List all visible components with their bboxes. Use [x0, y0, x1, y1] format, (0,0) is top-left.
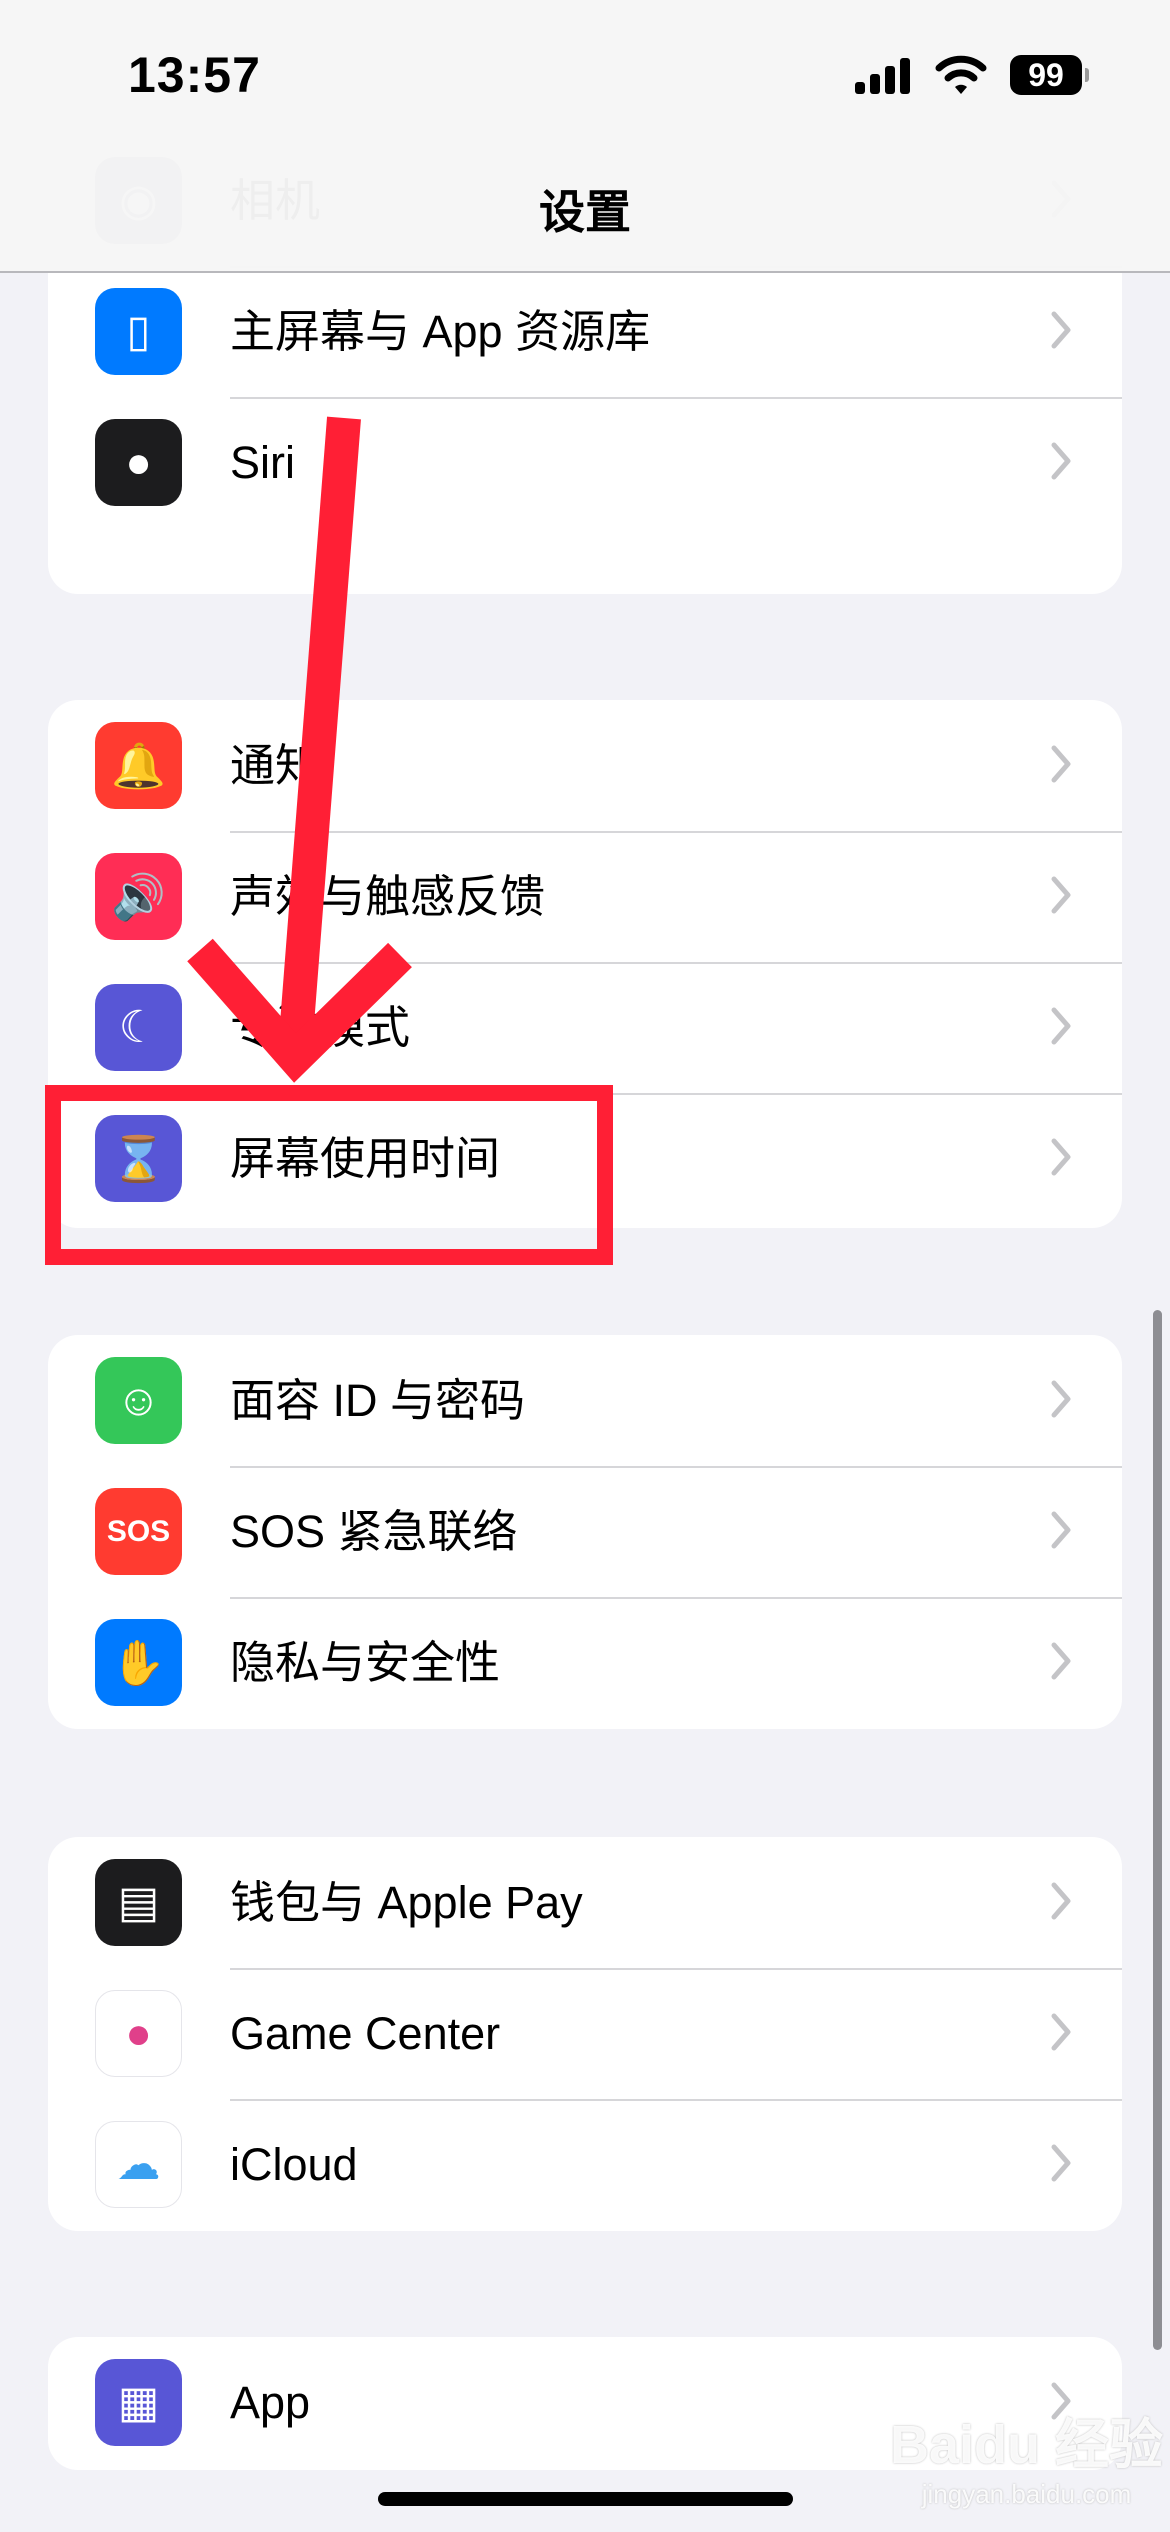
wallet-icon: ▤	[95, 1859, 182, 1946]
page-title: 设置	[539, 186, 631, 238]
chevron-right-icon	[1051, 1511, 1071, 1549]
nav-header: 13:57 99 设置	[0, 0, 1170, 273]
siri-icon: ●	[95, 419, 182, 506]
settings-row[interactable]: ▯ 主屏幕与 App 资源库	[48, 266, 1122, 397]
row-label: Game Center	[230, 2008, 501, 2059]
settings-group: ▤ 钱包与 Apple Pay ● Game Center ☁ iCloud	[48, 1837, 1122, 2231]
settings-row[interactable]: ⌛ 屏幕使用时间	[48, 1093, 1122, 1224]
hand-icon: ✋	[95, 1619, 182, 1706]
settings-row[interactable]: 🔔 通知	[48, 700, 1122, 831]
settings-row[interactable]: SOS SOS 紧急联络	[48, 1466, 1122, 1597]
row-label: 屏幕使用时间	[230, 1133, 501, 1184]
battery-tip	[1085, 68, 1089, 82]
row-label: 隐私与安全性	[230, 1637, 501, 1688]
status-time: 13:57	[128, 47, 261, 103]
home-indicator[interactable]	[378, 2492, 793, 2506]
row-label: Siri	[230, 437, 295, 488]
scrollbar[interactable]	[1153, 1310, 1162, 2350]
chevron-right-icon	[1051, 311, 1071, 349]
settings-row[interactable]: ▤ 钱包与 Apple Pay	[48, 1837, 1122, 1968]
chevron-right-icon	[1051, 2013, 1071, 2051]
row-separator	[230, 2099, 1122, 2101]
row-label: 声效与触感反馈	[230, 871, 546, 922]
row-label: iCloud	[230, 2139, 358, 2190]
row-label: 通知	[230, 740, 321, 791]
chevron-right-icon	[1051, 1380, 1071, 1418]
row-separator	[230, 397, 1122, 399]
battery-indicator: 99	[1010, 55, 1082, 95]
row-label: 钱包与 Apple Pay	[230, 1877, 583, 1928]
cellular-signal-icon	[855, 58, 915, 94]
settings-row[interactable]: ● Siri	[48, 397, 1122, 528]
speaker-icon: 🔊	[95, 853, 182, 940]
hourglass-icon: ⌛	[95, 1115, 182, 1202]
face-id-icon: ☺	[95, 1357, 182, 1444]
row-label: 专注模式	[230, 1002, 411, 1053]
moon-icon: ☾	[95, 984, 182, 1071]
bell-icon: 🔔	[95, 722, 182, 809]
chevron-right-icon	[1051, 1882, 1071, 1920]
chevron-right-icon	[1051, 2144, 1071, 2182]
icloud-icon: ☁	[95, 2121, 182, 2208]
chevron-right-icon	[1051, 876, 1071, 914]
chevron-right-icon	[1051, 1138, 1071, 1176]
settings-row[interactable]: ☁ iCloud	[48, 2099, 1122, 2230]
chevron-right-icon	[1051, 442, 1071, 480]
row-label: 面容 ID 与密码	[230, 1375, 526, 1426]
chevron-right-icon	[1051, 1642, 1071, 1680]
home-screen-icon: ▯	[95, 288, 182, 375]
apps-icon: ▦	[95, 2359, 182, 2446]
chevron-right-icon	[1051, 745, 1071, 783]
settings-group: ☺ 面容 ID 与密码 SOS SOS 紧急联络 ✋ 隐私与安全性	[48, 1335, 1122, 1729]
settings-row[interactable]: ● Game Center	[48, 1968, 1122, 2099]
settings-group: 🔔 通知 🔊 声效与触感反馈 ☾ 专注模式 ⌛ 屏幕使用时间	[48, 700, 1122, 1228]
settings-row[interactable]: ☾ 专注模式	[48, 962, 1122, 1093]
wifi-icon	[935, 55, 987, 94]
sos-icon: SOS	[95, 1488, 182, 1575]
chevron-right-icon	[1051, 1007, 1071, 1045]
watermark: Baidu 经验 jingyan.baidu.com	[890, 2415, 1164, 2509]
row-label: App	[230, 2377, 311, 2428]
row-label: 主屏幕与 App 资源库	[230, 306, 651, 357]
settings-row[interactable]: ☺ 面容 ID 与密码	[48, 1335, 1122, 1466]
settings-row[interactable]: ✋ 隐私与安全性	[48, 1597, 1122, 1728]
game-center-icon: ●	[95, 1990, 182, 2077]
settings-row[interactable]: 🔊 声效与触感反馈	[48, 831, 1122, 962]
row-label: SOS 紧急联络	[230, 1506, 518, 1557]
